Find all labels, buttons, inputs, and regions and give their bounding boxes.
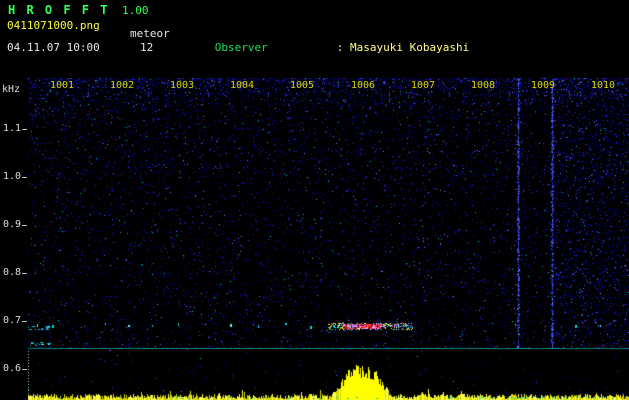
observation-datetime: 04.11.07 10:00 xyxy=(7,41,100,54)
freq-axis-tick xyxy=(22,273,27,274)
time-axis-label-1002: 1002 xyxy=(110,80,134,91)
spectrogram-canvas xyxy=(28,78,629,400)
freq-axis-tick xyxy=(22,129,27,130)
app-version: 1.00 xyxy=(122,4,149,17)
time-axis-label-1005: 1005 xyxy=(290,80,314,91)
time-axis-label-1001: 1001 xyxy=(50,80,74,91)
time-axis-label-1009: 1009 xyxy=(531,80,555,91)
time-axis-label-1007: 1007 xyxy=(411,80,435,91)
freq-axis-tick xyxy=(22,321,27,322)
freq-axis-tick xyxy=(22,225,27,226)
freq-axis-unit: kHz xyxy=(2,84,20,95)
meteor-count: 12 xyxy=(140,41,153,54)
time-axis-label-1010: 1010 xyxy=(591,80,615,91)
field-label: Observer xyxy=(215,41,337,54)
time-axis-label-1004: 1004 xyxy=(230,80,254,91)
output-filename: 0411071000.png xyxy=(7,19,100,32)
field-separator: : xyxy=(337,41,350,54)
mode-label: meteor xyxy=(130,27,170,40)
time-axis-label-1008: 1008 xyxy=(471,80,495,91)
field-observer: Observer: Masayuki Kobayashi xyxy=(175,28,629,67)
hrofft-screen: H R O F F T 1.00 0411071000.png meteor 0… xyxy=(0,0,629,400)
time-axis-label-1006: 1006 xyxy=(351,80,375,91)
time-axis-label-1003: 1003 xyxy=(170,80,194,91)
freq-axis-tick xyxy=(22,369,27,370)
app-title: H R O F F T xyxy=(8,3,109,17)
freq-axis-tick xyxy=(22,177,27,178)
field-value: Masayuki Kobayashi xyxy=(350,41,469,54)
